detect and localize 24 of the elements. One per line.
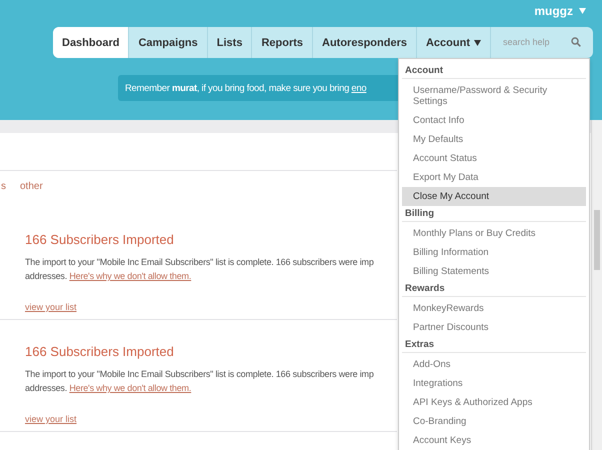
search-field[interactable]: search help xyxy=(496,32,587,52)
caret-icon xyxy=(474,40,481,46)
policy-link[interactable]: Here's why we don't allow them. xyxy=(69,383,192,393)
filter-link[interactable]: s xyxy=(1,181,6,221)
notice-message: The import to your "Mobile Inc Email Subscribers" list is complete. 166 subscribers were imp addresses. Here's why we don't allow them. xyxy=(25,256,375,283)
menu-section-title: Billing xyxy=(402,206,586,222)
scrollbar[interactable] xyxy=(591,120,602,450)
notice-message: The import to your "Mobile Inc Email Subscribers" list is complete. 166 subscribers were imp addresses. Here's why we don't allow them. xyxy=(25,368,375,395)
menu-section-title: Extras xyxy=(402,337,586,353)
scrollbar-thumb[interactable] xyxy=(594,210,600,270)
view-list-link[interactable]: view your list xyxy=(25,302,77,312)
notice-title: 166 Subscribers Imported xyxy=(25,232,175,247)
search-icon xyxy=(570,37,581,47)
filter-link[interactable]: other xyxy=(20,181,43,221)
banner-link[interactable]: eno xyxy=(351,83,366,94)
nav-tab[interactable]: Dashboard xyxy=(53,27,130,58)
user-menu[interactable]: muggz xyxy=(534,4,586,18)
caret-icon xyxy=(579,8,586,14)
view-list-link[interactable]: view your list xyxy=(25,414,77,424)
notice-title: 166 Subscribers Imported xyxy=(25,344,175,359)
menu-item[interactable]: Close My Account xyxy=(402,187,586,206)
menu-section-title: Account xyxy=(402,63,586,79)
menu-section-title: Rewards xyxy=(402,281,586,297)
policy-link[interactable]: Here's why we don't allow them. xyxy=(69,271,192,281)
